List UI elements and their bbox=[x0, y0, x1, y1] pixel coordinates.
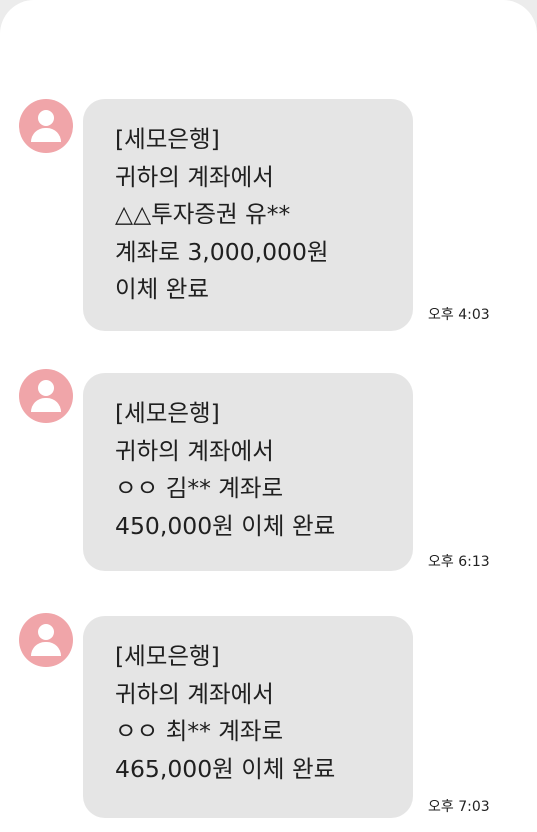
person-icon bbox=[38, 624, 54, 640]
person-icon-body bbox=[31, 398, 61, 412]
sender-avatar[interactable] bbox=[19, 369, 73, 423]
person-icon-body bbox=[31, 128, 61, 142]
person-icon bbox=[38, 380, 54, 396]
message-bubble[interactable]: [세모은행] 귀하의 계좌에서 △△투자증권 유** 계좌로 3,000,000… bbox=[83, 99, 413, 331]
message-timestamp: 오후 7:03 bbox=[428, 799, 490, 815]
person-icon-body bbox=[31, 642, 61, 656]
message-line: 이체 완료 bbox=[115, 275, 209, 303]
sender-avatar[interactable] bbox=[19, 99, 73, 153]
message-line: 계좌로 3,000,000원 bbox=[115, 237, 329, 266]
message-line: 귀하의 계좌에서 bbox=[115, 679, 274, 708]
message-timestamp: 오후 4:03 bbox=[428, 307, 490, 323]
message-line: 450,000원 이체 완료 bbox=[115, 511, 336, 540]
message-line: [세모은행] bbox=[115, 642, 220, 670]
message-bubble[interactable]: [세모은행] 귀하의 계좌에서 ㅇㅇ 김** 계좌로 450,000원 이체 완… bbox=[83, 373, 413, 571]
message-line: [세모은행] bbox=[115, 125, 220, 153]
message-line: 귀하의 계좌에서 bbox=[115, 162, 274, 191]
message-line: ㅇㅇ 최** 계좌로 bbox=[115, 717, 284, 745]
message-bubble[interactable]: [세모은행] 귀하의 계좌에서 ㅇㅇ 최** 계좌로 465,000원 이체 완… bbox=[83, 616, 413, 818]
message-timestamp: 오후 6:13 bbox=[428, 554, 490, 570]
sender-avatar[interactable] bbox=[19, 613, 73, 667]
message-thread: [세모은행] 귀하의 계좌에서 △△투자증권 유** 계좌로 3,000,000… bbox=[0, 0, 537, 832]
message-line: [세모은행] bbox=[115, 399, 220, 427]
message-line: 귀하의 계좌에서 bbox=[115, 436, 274, 465]
message-line: △△투자증권 유** bbox=[115, 200, 291, 228]
person-icon bbox=[38, 110, 54, 126]
message-line: 465,000원 이체 완료 bbox=[115, 754, 336, 783]
message-line: ㅇㅇ 김** 계좌로 bbox=[115, 474, 284, 502]
